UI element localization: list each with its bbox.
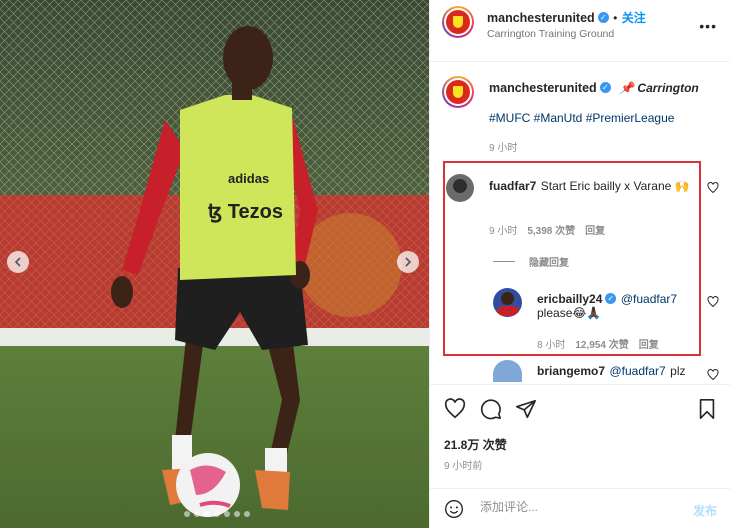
chevron-right-icon [405, 257, 412, 267]
verified-badge-icon: ✓ [599, 82, 611, 94]
carousel-dot [224, 511, 230, 517]
next-photo-button[interactable] [397, 251, 419, 273]
location-link[interactable]: Carrington Training Ground [487, 28, 614, 40]
reply-button[interactable]: 回复 [585, 222, 605, 237]
carousel-dot [244, 511, 250, 517]
hide-replies-button[interactable]: 隐藏回复 [493, 254, 569, 269]
like-comment-heart-icon[interactable] [707, 181, 719, 194]
carousel-dot [184, 511, 190, 517]
hide-replies-label: 隐藏回复 [529, 258, 569, 269]
comment-text: plz [670, 364, 686, 378]
svg-text:ꜩ Tezos: ꜩ Tezos [208, 201, 283, 223]
post-comment-button[interactable]: 发布 [693, 502, 717, 519]
more-options-icon[interactable]: ••• [699, 18, 717, 34]
player-photo: adidas ꜩ Tezos [0, 0, 429, 528]
post-side-panel: manchesterunited ✓ • 关注 Carrington Traini… [429, 0, 730, 528]
comment-username[interactable]: fuadfar7 [489, 179, 536, 193]
reply-text: please😂🙏🏿 [537, 306, 602, 320]
like-heart-icon[interactable] [444, 398, 466, 420]
verified-badge-icon: ✓ [597, 12, 609, 24]
comment-likes[interactable]: 5,398 次赞 [527, 222, 575, 237]
post-actions: 21.8万 次赞 9 小时前 发布 [430, 384, 730, 528]
avatar[interactable] [493, 288, 522, 317]
caption-avatar[interactable] [442, 76, 474, 108]
svg-text:adidas: adidas [228, 171, 269, 186]
comment-input[interactable] [480, 500, 680, 514]
likes-count[interactable]: 21.8万 次赞 [444, 436, 507, 453]
comment-time[interactable]: 9 小时 [489, 222, 517, 237]
reply-username[interactable]: ericbailly24 [537, 292, 602, 306]
carousel-dot [194, 511, 200, 517]
caption-text: 📌 Carrington [619, 81, 699, 95]
reply-likes[interactable]: 12,954 次赞 [575, 336, 628, 351]
like-reply-heart-icon[interactable] [707, 295, 719, 308]
emoji-icon[interactable] [444, 499, 464, 519]
post-header: manchesterunited ✓ • 关注 Carrington Traini… [430, 0, 730, 62]
comment-meta: 9 小时 5,398 次赞 回复 [489, 222, 605, 237]
avatar[interactable] [442, 6, 474, 38]
avatar[interactable] [446, 174, 474, 202]
man-utd-crest-icon [446, 10, 470, 34]
reply-button[interactable]: 回复 [639, 336, 659, 351]
reply-time[interactable]: 8 小时 [537, 336, 565, 351]
caption-time[interactable]: 9 小时 [489, 139, 517, 154]
share-paper-plane-icon[interactable] [515, 398, 537, 420]
carousel-dots [184, 511, 250, 517]
post-photo[interactable]: adidas ꜩ Tezos [0, 0, 429, 528]
comment-box: 发布 [430, 488, 730, 528]
man-utd-crest-icon [446, 80, 470, 104]
divider-line [493, 261, 515, 262]
save-bookmark-icon[interactable] [696, 398, 718, 420]
comment-bubble-icon[interactable] [480, 398, 502, 420]
posted-time[interactable]: 9 小时前 [444, 457, 482, 472]
caption-username[interactable]: manchesterunited [489, 81, 597, 95]
comment-mention[interactable]: @fuadfar7 [609, 364, 665, 378]
carousel-dot [234, 511, 240, 517]
like-comment-heart-icon[interactable] [707, 368, 719, 381]
follow-button[interactable]: 关注 [622, 11, 646, 25]
chevron-left-icon [14, 257, 21, 267]
previous-photo-button[interactable] [7, 251, 29, 273]
carousel-dot-active [204, 511, 210, 517]
avatar[interactable] [493, 360, 522, 382]
carousel-dot [214, 511, 220, 517]
verified-badge-icon: ✓ [605, 293, 617, 305]
comment-username[interactable]: briangemo7 [537, 364, 605, 378]
header-username[interactable]: manchesterunited [487, 11, 595, 25]
comment-text: Start Eric bailly x Varane 🙌 [540, 179, 690, 193]
reply-mention[interactable]: @fuadfar7 [621, 292, 677, 306]
caption-hashtags[interactable]: #MUFC #ManUtd #PremierLeague [489, 111, 674, 125]
reply-meta: 8 小时 12,954 次赞 回复 [537, 336, 659, 351]
